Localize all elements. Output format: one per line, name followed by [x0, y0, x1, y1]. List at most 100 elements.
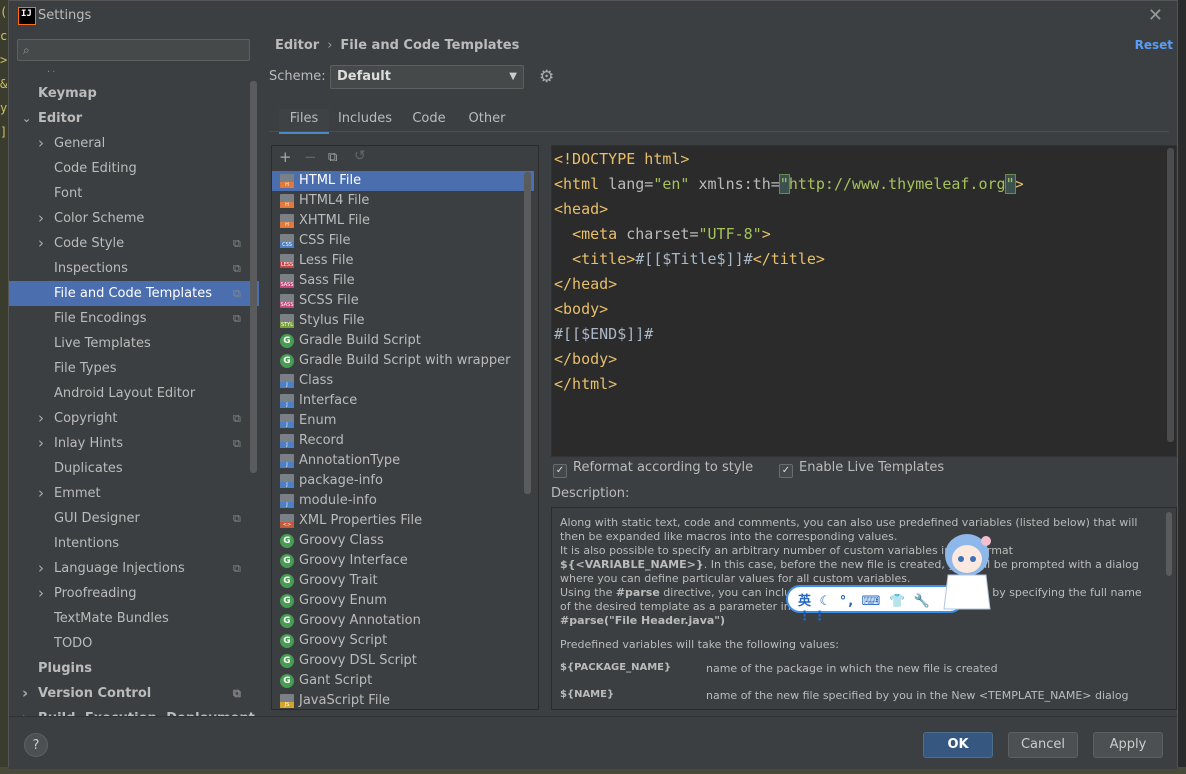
- templates-list-scrollbar[interactable]: [524, 172, 531, 494]
- tab-other[interactable]: Other: [463, 109, 511, 131]
- help-button[interactable]: ?: [24, 733, 48, 757]
- live-templates-option[interactable]: ✓ Enable Live Templates: [779, 459, 944, 478]
- sidebar-item-label: Language Injections: [54, 561, 185, 576]
- chevron-right-icon[interactable]: ›: [38, 131, 44, 156]
- chevron-right-icon[interactable]: ›: [22, 706, 28, 716]
- template-list-item[interactable]: G Gant Script: [272, 671, 534, 691]
- chevron-right-icon[interactable]: ›: [38, 581, 44, 606]
- reformat-option[interactable]: ✓ Reformat according to style: [553, 459, 753, 478]
- template-list-item[interactable]: Jmodule-info: [272, 491, 534, 511]
- template-list-item[interactable]: Jpackage-info: [272, 471, 534, 491]
- settings-search-field[interactable]: ⌕: [17, 39, 250, 61]
- sidebar-item-language-injections[interactable]: › Language Injections ⧉: [9, 556, 259, 581]
- template-list-item[interactable]: G Groovy Script: [272, 631, 534, 651]
- template-list-item[interactable]: STYL Stylus File: [272, 311, 534, 331]
- template-list-item[interactable]: <> XML Properties File: [272, 511, 534, 531]
- copy-icon[interactable]: ⧉: [328, 150, 337, 165]
- template-code-editor[interactable]: <!DOCTYPE html> <html lang="en" xmlns:th=…: [551, 145, 1177, 457]
- template-list-item[interactable]: H HTML File: [272, 171, 534, 191]
- sidebar-item-label: Keymap: [38, 86, 97, 101]
- breadcrumb-parent[interactable]: Editor: [275, 38, 319, 53]
- sidebar-item-inspections[interactable]: Inspections ⧉: [9, 256, 259, 281]
- template-list-item[interactable]: LESS Less File: [272, 251, 534, 271]
- template-list-item[interactable]: G Groovy Class: [272, 531, 534, 551]
- sidebar-item-copyright[interactable]: › Copyright ⧉: [9, 406, 259, 431]
- gear-icon[interactable]: ⚙: [539, 67, 554, 87]
- template-list-item[interactable]: J Class: [272, 371, 534, 391]
- template-list-item[interactable]: G Groovy Trait: [272, 571, 534, 591]
- dialog-footer: ? OK Cancel Apply: [9, 716, 1177, 769]
- description-scrollbar[interactable]: [1166, 512, 1172, 576]
- sidebar-scrollbar[interactable]: [250, 81, 257, 473]
- chevron-down-icon[interactable]: ⌄: [22, 106, 31, 131]
- search-input[interactable]: [40, 42, 244, 60]
- sidebar-item-build-execution-deployment[interactable]: › Build, Execution, Deployment: [9, 706, 259, 716]
- sidebar-item-todo[interactable]: TODO: [9, 631, 259, 656]
- sidebar-item-emmet[interactable]: › Emmet: [9, 481, 259, 506]
- remove-icon[interactable]: −: [304, 148, 317, 166]
- add-icon[interactable]: +: [279, 148, 292, 166]
- code-token: <title>: [572, 250, 636, 268]
- sidebar-item-live-templates[interactable]: Live Templates: [9, 331, 259, 356]
- sidebar-item-general[interactable]: › General: [9, 131, 259, 156]
- sidebar-item-textmate-bundles[interactable]: TextMate Bundles: [9, 606, 259, 631]
- template-list-item[interactable]: G Gradle Build Script with wrapper: [272, 351, 534, 371]
- close-icon[interactable]: ✕: [1148, 5, 1163, 26]
- template-list-item[interactable]: H HTML4 File: [272, 191, 534, 211]
- sidebar-item-keymap[interactable]: Keymap: [9, 81, 259, 106]
- sidebar-item-proofreading[interactable]: › Proofreading: [9, 581, 259, 606]
- tab-includes[interactable]: Includes: [337, 109, 393, 131]
- template-list-item[interactable]: JS JavaScript File: [272, 691, 534, 709]
- sidebar-item-color-scheme[interactable]: › Color Scheme: [9, 206, 259, 231]
- template-list-item[interactable]: G Gradle Build Script: [272, 331, 534, 351]
- template-list-item[interactable]: J Record: [272, 431, 534, 451]
- templates-list-panel: + − ⧉ ↺ H HTML File H HTML4 File H XHTML File…: [271, 145, 539, 710]
- template-list-item[interactable]: G Groovy DSL Script: [272, 651, 534, 671]
- editor-scrollbar[interactable]: [1167, 148, 1174, 442]
- template-list-item[interactable]: J Enum: [272, 411, 534, 431]
- sidebar-item-plugins[interactable]: Plugins: [9, 656, 259, 681]
- apply-button[interactable]: Apply: [1093, 732, 1163, 758]
- sidebar-item-inlay-hints[interactable]: › Inlay Hints ⧉: [9, 431, 259, 456]
- chevron-right-icon[interactable]: ›: [22, 681, 28, 706]
- template-list-item[interactable]: SASS SCSS File: [272, 291, 534, 311]
- chevron-right-icon[interactable]: ›: [38, 231, 44, 256]
- sidebar-item-file-types[interactable]: File Types: [9, 356, 259, 381]
- live-templates-checkbox[interactable]: ✓: [779, 464, 793, 478]
- sidebar-item-duplicates[interactable]: Duplicates: [9, 456, 259, 481]
- sidebar-item-code-editing[interactable]: Code Editing: [9, 156, 259, 181]
- cancel-button[interactable]: Cancel: [1008, 732, 1078, 758]
- template-list-item[interactable]: G Groovy Enum: [272, 591, 534, 611]
- sidebar-item-code-style[interactable]: › Code Style ⧉: [9, 231, 259, 256]
- ime-toolbar[interactable]: 英 ☾ °, ⌨ 👕 🔧 ⋮⋮: [786, 585, 964, 624]
- sidebar-item-file-encodings[interactable]: File Encodings ⧉: [9, 306, 259, 331]
- template-list-item[interactable]: G Groovy Annotation: [272, 611, 534, 631]
- template-list-item[interactable]: SASS Sass File: [272, 271, 534, 291]
- sidebar-item-editor[interactable]: ⌄ Editor: [9, 106, 259, 131]
- ok-button[interactable]: OK: [923, 732, 993, 758]
- sidebar-item-gui-designer[interactable]: GUI Designer ⧉: [9, 506, 259, 531]
- chevron-right-icon[interactable]: ›: [38, 206, 44, 231]
- template-list-item[interactable]: CSS CSS File: [272, 231, 534, 251]
- project-settings-icon: ⧉: [233, 312, 241, 325]
- sidebar-item-font[interactable]: Font: [9, 181, 259, 206]
- chevron-right-icon[interactable]: ›: [38, 556, 44, 581]
- sidebar-item-android-layout-editor[interactable]: Android Layout Editor: [9, 381, 259, 406]
- template-list-item[interactable]: J AnnotationType: [272, 451, 534, 471]
- sidebar-item-version-control[interactable]: › Version Control ⧉: [9, 681, 259, 706]
- sidebar-item-intentions[interactable]: Intentions: [9, 531, 259, 556]
- reset-link[interactable]: Reset: [1135, 38, 1173, 52]
- sidebar-item-file-and-code-templates[interactable]: File and Code Templates ⧉: [9, 281, 259, 306]
- template-list-item[interactable]: J Interface: [272, 391, 534, 411]
- scheme-dropdown[interactable]: Default ▼: [330, 65, 524, 89]
- settings-dialog: IJ Settings ✕ ⌕ ·· Keymap ⌄ Editor › General…: [8, 0, 1178, 769]
- tab-code[interactable]: Code: [407, 109, 451, 131]
- template-list-item[interactable]: G Groovy Interface: [272, 551, 534, 571]
- chevron-right-icon[interactable]: ›: [38, 481, 44, 506]
- code-token: >: [1014, 175, 1024, 193]
- chevron-right-icon[interactable]: ›: [38, 431, 44, 456]
- reformat-checkbox[interactable]: ✓: [553, 464, 567, 478]
- revert-icon[interactable]: ↺: [354, 148, 366, 164]
- template-list-item[interactable]: H XHTML File: [272, 211, 534, 231]
- chevron-right-icon[interactable]: ›: [38, 406, 44, 431]
